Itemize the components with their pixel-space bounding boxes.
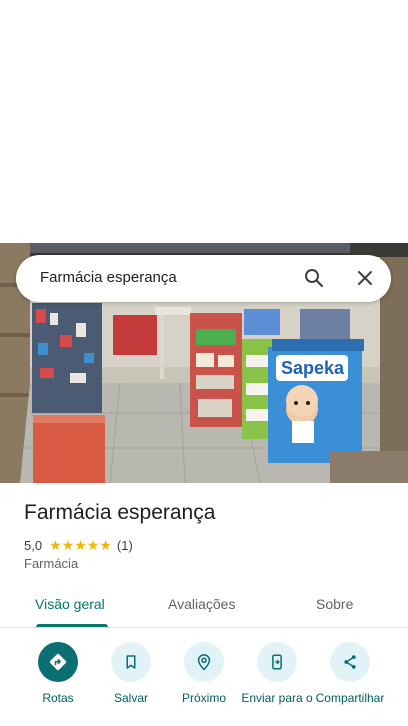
rating-row[interactable]: 5,0 ★ ★ ★ ★ ★ (1) — [24, 536, 133, 554]
directions-icon — [38, 642, 78, 682]
place-category: Farmácia — [24, 556, 79, 571]
search-icon[interactable] — [302, 266, 326, 290]
tab-overview[interactable]: Visão geral — [35, 596, 105, 612]
map-blank-area — [0, 0, 408, 243]
nearby-icon — [184, 642, 224, 682]
star-icon: ★ — [99, 537, 112, 553]
close-icon[interactable] — [353, 266, 377, 290]
directions-label: Rotas — [42, 691, 74, 705]
share-button[interactable]: Compartilhar — [312, 642, 388, 705]
review-count[interactable]: (1) — [117, 538, 133, 553]
send-to-phone-icon — [257, 642, 297, 682]
star-icon: ★ — [49, 537, 62, 553]
sapeka-sign: Sapeka — [281, 358, 345, 378]
place-title: Farmácia esperança — [24, 501, 216, 524]
rating-value: 5,0 — [24, 537, 43, 553]
tab-bar: Visão geral Avaliações Sobre — [0, 586, 408, 627]
send-to-phone-label: Enviar para o — [241, 691, 313, 705]
nearby-button[interactable]: Próximo — [166, 642, 242, 705]
tabs-divider — [0, 627, 408, 628]
share-label: Compartilhar — [315, 691, 385, 705]
search-bar[interactable]: Farmácia esperança — [16, 255, 391, 302]
directions-button[interactable]: Rotas — [20, 642, 96, 705]
star-rating: ★ ★ ★ ★ ★ — [49, 538, 112, 552]
share-icon — [330, 642, 370, 682]
bookmark-icon — [111, 642, 151, 682]
save-label: Salvar — [113, 691, 148, 705]
nearby-label: Próximo — [181, 691, 226, 705]
star-icon: ★ — [61, 537, 75, 553]
star-icon: ★ — [86, 537, 100, 553]
tab-about[interactable]: Sobre — [316, 596, 353, 612]
save-button[interactable]: Salvar — [93, 642, 169, 705]
star-icon: ★ — [74, 537, 87, 553]
send-to-phone-button[interactable]: Enviar para o — [239, 642, 315, 705]
search-query-text[interactable]: Farmácia esperança — [40, 269, 177, 286]
tab-reviews[interactable]: Avaliações — [168, 596, 235, 612]
